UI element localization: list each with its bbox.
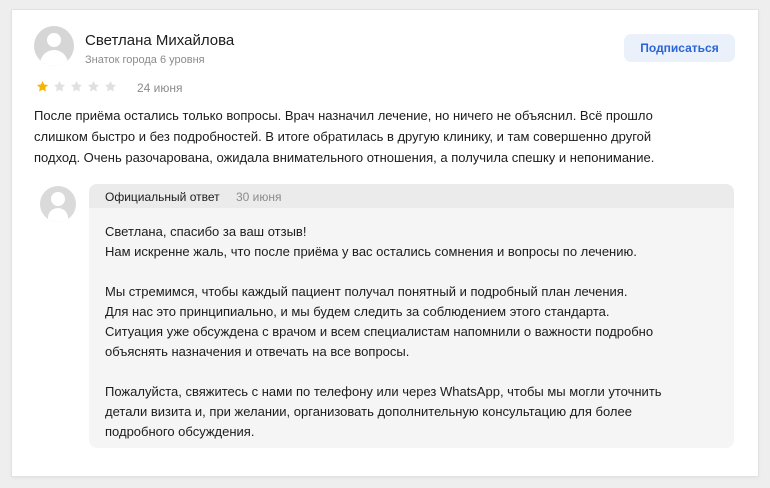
reply-paragraph: Мы стремимся, чтобы каждый пациент получ… [105,282,725,362]
reply-line: подробного обсуждения. [105,424,255,439]
star-icon [70,80,83,92]
reply-line: Нам искренне жаль, что после приёма у ва… [105,244,637,259]
reply-text: Светлана, спасибо за ваш отзыв! Нам искре… [105,222,725,442]
review-text-line: подход. Очень разочарована, ожидала вним… [34,150,655,165]
review-text-line: слишком быстро и без подробностей. В ито… [34,129,652,144]
author-level: Знаток города 6 уровня [85,54,205,66]
reply-header: Официальный ответ 30 июня [89,184,734,208]
star-icon [53,80,66,92]
reply-line: объяснять назначения и отвечать на все в… [105,344,410,359]
reply-line: Для нас это принципиально, и мы будем сл… [105,304,610,319]
review-date: 24 июня [137,81,183,95]
star-icon [104,80,117,92]
reply-date: 30 июня [236,190,282,204]
rating-stars [36,80,121,93]
reply-label: Официальный ответ [105,190,220,204]
review-text-line: После приёма остались только вопросы. Вр… [34,108,653,123]
reply-line: детали визита и, при желании, организова… [105,404,632,419]
review-card: Светлана Михайлова Знаток города 6 уровн… [12,10,758,476]
reply-paragraph: Светлана, спасибо за ваш отзыв! Нам искре… [105,222,725,262]
review-text: После приёма остались только вопросы. Вр… [34,105,734,168]
company-avatar-icon[interactable] [40,186,76,222]
reply-line: Мы стремимся, чтобы каждый пациент получ… [105,284,628,299]
official-reply: Официальный ответ 30 июня Светлана, спас… [89,184,734,448]
reply-paragraph: Пожалуйста, свяжитесь с нами по телефону… [105,382,725,442]
author-name[interactable]: Светлана Михайлова [85,32,234,49]
user-avatar-icon[interactable] [34,26,74,66]
reply-line: Ситуация уже обсуждена с врачом и всем с… [105,324,654,339]
reply-line: Светлана, спасибо за ваш отзыв! [105,224,307,239]
subscribe-button[interactable]: Подписаться [624,34,735,62]
star-icon [87,80,100,92]
reply-line: Пожалуйста, свяжитесь с нами по телефону… [105,384,662,399]
star-icon [36,80,49,92]
